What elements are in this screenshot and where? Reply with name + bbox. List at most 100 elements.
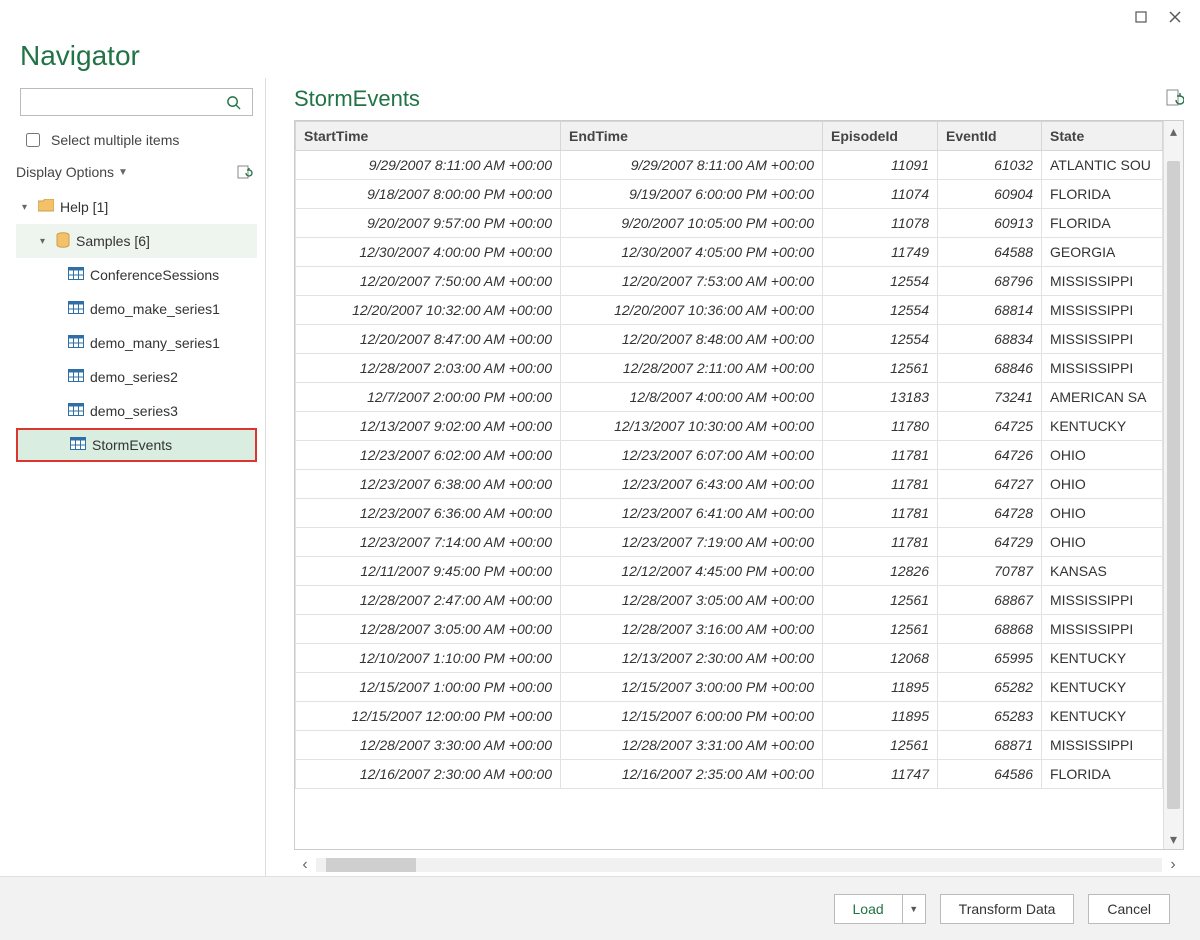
cell-eventid: 68796: [938, 267, 1042, 296]
tree-node-stormevents[interactable]: StormEvents: [16, 428, 257, 462]
preview-grid[interactable]: StartTime EndTime EpisodeId EventId Stat…: [295, 121, 1163, 849]
window-maximize-button[interactable]: [1124, 4, 1158, 30]
window-close-button[interactable]: [1158, 4, 1192, 30]
scroll-down-icon[interactable]: ▾: [1164, 829, 1183, 849]
table-row[interactable]: 12/28/2007 2:03:00 AM +00:0012/28/2007 2…: [296, 354, 1163, 383]
navigator-sidebar: Select multiple items Display Options ▼ …: [8, 78, 266, 876]
cell-state: OHIO: [1042, 441, 1163, 470]
scroll-right-icon[interactable]: ›: [1162, 856, 1184, 874]
refresh-tree-button[interactable]: [237, 164, 253, 180]
scrollbar-thumb[interactable]: [326, 858, 416, 872]
table-row[interactable]: 12/23/2007 6:02:00 AM +00:0012/23/2007 6…: [296, 441, 1163, 470]
cell-starttime: 12/23/2007 6:36:00 AM +00:00: [296, 499, 561, 528]
tree-node-help[interactable]: ▾ Help [1]: [16, 190, 257, 224]
cell-starttime: 12/28/2007 2:47:00 AM +00:00: [296, 586, 561, 615]
table-row[interactable]: 12/23/2007 6:36:00 AM +00:0012/23/2007 6…: [296, 499, 1163, 528]
cell-starttime: 12/20/2007 7:50:00 AM +00:00: [296, 267, 561, 296]
display-options-dropdown[interactable]: Display Options ▼: [16, 164, 128, 180]
tree-node-label: demo_series2: [90, 369, 178, 385]
column-header[interactable]: EpisodeId: [823, 122, 938, 151]
table-row[interactable]: 12/10/2007 1:10:00 PM +00:0012/13/2007 2…: [296, 644, 1163, 673]
table-row[interactable]: 9/18/2007 8:00:00 PM +00:009/19/2007 6:0…: [296, 180, 1163, 209]
search-input[interactable]: [21, 94, 226, 110]
cell-eventid: 68846: [938, 354, 1042, 383]
table-row[interactable]: 12/30/2007 4:00:00 PM +00:0012/30/2007 4…: [296, 238, 1163, 267]
cell-endtime: 9/29/2007 8:11:00 AM +00:00: [561, 151, 823, 180]
table-icon: [68, 301, 84, 317]
table-row[interactable]: 12/23/2007 7:14:00 AM +00:0012/23/2007 7…: [296, 528, 1163, 557]
cell-endtime: 12/13/2007 2:30:00 AM +00:00: [561, 644, 823, 673]
cell-state: MISSISSIPPI: [1042, 615, 1163, 644]
table-row[interactable]: 12/28/2007 3:30:00 AM +00:0012/28/2007 3…: [296, 731, 1163, 760]
cell-endtime: 12/8/2007 4:00:00 AM +00:00: [561, 383, 823, 412]
vertical-scrollbar[interactable]: ▴ ▾: [1163, 121, 1183, 849]
cell-endtime: 12/28/2007 3:16:00 AM +00:00: [561, 615, 823, 644]
cell-state: MISSISSIPPI: [1042, 586, 1163, 615]
cell-eventid: 61032: [938, 151, 1042, 180]
table-row[interactable]: 12/15/2007 1:00:00 PM +00:0012/15/2007 3…: [296, 673, 1163, 702]
search-icon[interactable]: [226, 95, 252, 110]
table-row[interactable]: 12/16/2007 2:30:00 AM +00:0012/16/2007 2…: [296, 760, 1163, 789]
transform-data-label: Transform Data: [959, 901, 1056, 917]
load-button-label[interactable]: Load: [835, 895, 903, 923]
table-row[interactable]: 9/29/2007 8:11:00 AM +00:009/29/2007 8:1…: [296, 151, 1163, 180]
cell-endtime: 12/15/2007 3:00:00 PM +00:00: [561, 673, 823, 702]
cell-endtime: 12/20/2007 10:36:00 AM +00:00: [561, 296, 823, 325]
table-row[interactable]: 12/7/2007 2:00:00 PM +00:0012/8/2007 4:0…: [296, 383, 1163, 412]
cell-state: OHIO: [1042, 499, 1163, 528]
cell-eventid: 60904: [938, 180, 1042, 209]
tree-node-table[interactable]: ConferenceSessions: [16, 258, 257, 292]
table-row[interactable]: 9/20/2007 9:57:00 PM +00:009/20/2007 10:…: [296, 209, 1163, 238]
navigation-tree: ▾ Help [1] ▾ Samples [6] ConferenceSessi…: [16, 190, 257, 462]
search-box[interactable]: [20, 88, 253, 116]
cell-endtime: 12/23/2007 7:19:00 AM +00:00: [561, 528, 823, 557]
cell-endtime: 12/20/2007 8:48:00 AM +00:00: [561, 325, 823, 354]
cell-endtime: 12/12/2007 4:45:00 PM +00:00: [561, 557, 823, 586]
table-row[interactable]: 12/11/2007 9:45:00 PM +00:0012/12/2007 4…: [296, 557, 1163, 586]
load-dropdown-button[interactable]: ▼: [903, 904, 925, 914]
table-row[interactable]: 12/23/2007 6:38:00 AM +00:0012/23/2007 6…: [296, 470, 1163, 499]
cell-episodeid: 12554: [823, 296, 938, 325]
table-row[interactable]: 12/20/2007 10:32:00 AM +00:0012/20/2007 …: [296, 296, 1163, 325]
tree-node-samples[interactable]: ▾ Samples [6]: [16, 224, 257, 258]
column-header[interactable]: State: [1042, 122, 1163, 151]
tree-node-table[interactable]: demo_series2: [16, 360, 257, 394]
cancel-label: Cancel: [1107, 901, 1151, 917]
load-button[interactable]: Load ▼: [834, 894, 926, 924]
table-row[interactable]: 12/15/2007 12:00:00 PM +00:0012/15/2007 …: [296, 702, 1163, 731]
dialog-title: Navigator: [20, 40, 1180, 72]
cell-state: FLORIDA: [1042, 180, 1163, 209]
transform-data-button[interactable]: Transform Data: [940, 894, 1075, 924]
table-row[interactable]: 12/28/2007 3:05:00 AM +00:0012/28/2007 3…: [296, 615, 1163, 644]
column-header[interactable]: StartTime: [296, 122, 561, 151]
chevron-down-icon: ▼: [909, 904, 918, 914]
cell-eventid: 68871: [938, 731, 1042, 760]
scroll-up-icon[interactable]: ▴: [1164, 121, 1183, 141]
select-multiple-row[interactable]: Select multiple items: [16, 128, 257, 164]
table-row[interactable]: 12/28/2007 2:47:00 AM +00:0012/28/2007 3…: [296, 586, 1163, 615]
cell-state: AMERICAN SA: [1042, 383, 1163, 412]
column-header[interactable]: EventId: [938, 122, 1042, 151]
tree-node-label: demo_make_series1: [90, 301, 220, 317]
horizontal-scrollbar[interactable]: ‹ ›: [294, 854, 1184, 876]
select-multiple-checkbox[interactable]: [26, 133, 40, 147]
cell-episodeid: 12561: [823, 615, 938, 644]
table-row[interactable]: 12/20/2007 7:50:00 AM +00:0012/20/2007 7…: [296, 267, 1163, 296]
refresh-preview-button[interactable]: [1166, 88, 1184, 111]
cell-starttime: 12/20/2007 10:32:00 AM +00:00: [296, 296, 561, 325]
scroll-left-icon[interactable]: ‹: [294, 856, 316, 874]
column-header[interactable]: EndTime: [561, 122, 823, 151]
scrollbar-thumb[interactable]: [1167, 161, 1180, 809]
cell-episodeid: 12561: [823, 586, 938, 615]
tree-node-table[interactable]: demo_many_series1: [16, 326, 257, 360]
cell-episodeid: 11747: [823, 760, 938, 789]
cell-starttime: 12/20/2007 8:47:00 AM +00:00: [296, 325, 561, 354]
cell-eventid: 64729: [938, 528, 1042, 557]
table-row[interactable]: 12/20/2007 8:47:00 AM +00:0012/20/2007 8…: [296, 325, 1163, 354]
cell-episodeid: 11781: [823, 528, 938, 557]
cell-eventid: 64586: [938, 760, 1042, 789]
cancel-button[interactable]: Cancel: [1088, 894, 1170, 924]
tree-node-table[interactable]: demo_make_series1: [16, 292, 257, 326]
table-row[interactable]: 12/13/2007 9:02:00 AM +00:0012/13/2007 1…: [296, 412, 1163, 441]
tree-node-table[interactable]: demo_series3: [16, 394, 257, 428]
